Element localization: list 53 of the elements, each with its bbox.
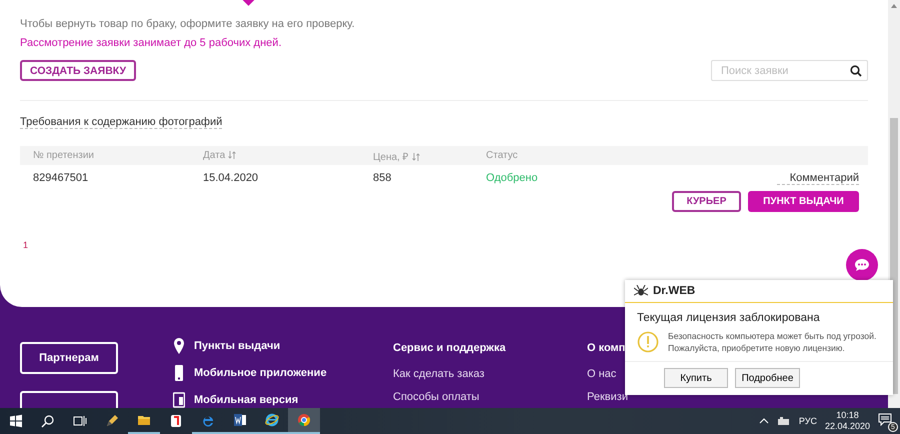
clock[interactable]: 10:18 22.04.2020 (824, 410, 870, 432)
details-button[interactable]: Подробнее (735, 368, 800, 388)
buy-button[interactable]: Купить (664, 368, 728, 388)
notification-message: Безопасность компьютера может быть под угрозой. Пожалуйста, приобретите новую лицензию. (668, 330, 878, 354)
pencil-icon[interactable] (105, 414, 119, 428)
scroll-up-icon[interactable] (890, 3, 898, 9)
browser-icon[interactable] (265, 413, 279, 427)
footer-link[interactable]: Способы оплаты (393, 391, 587, 403)
page-link[interactable]: 1 (20, 240, 28, 250)
search-icon[interactable] (41, 414, 55, 428)
warning-icon (637, 331, 659, 354)
footer-heading: О комп (587, 342, 625, 354)
status-text: Одобрено (486, 172, 538, 184)
map-pin-icon (173, 338, 185, 354)
browser-icon[interactable] (297, 413, 311, 427)
footer-link[interactable]: Пункты выдачи (194, 340, 280, 352)
courier-button[interactable]: КУРЬЕР (672, 191, 741, 212)
battery-icon[interactable] (776, 416, 791, 426)
language-indicator[interactable]: РУС (798, 416, 817, 426)
brand-name: Dr.WEB (653, 285, 696, 297)
footer-link[interactable]: Как сделать заказ (393, 368, 587, 380)
phone-icon (173, 365, 185, 381)
photo-requirements-link[interactable]: Требования к содержанию фотографий (20, 116, 222, 129)
partners-button[interactable]: Партнерам (20, 342, 118, 374)
search-field[interactable]: Поиск заявки (711, 60, 868, 81)
folder-icon[interactable] (137, 413, 151, 427)
pickup-point-button[interactable]: ПУНКТ ВЫДАЧИ (748, 191, 859, 212)
table-cell: 829467501 (33, 172, 88, 184)
sort-icon[interactable] (228, 151, 236, 159)
document-icon[interactable] (233, 413, 247, 427)
task-view-icon[interactable] (73, 414, 87, 428)
column-header: № претензии (33, 150, 94, 161)
comment-link[interactable]: Комментарий (776, 172, 859, 184)
create-request-button[interactable]: СОЗДАТЬ ЗАЯВКУ (20, 60, 136, 81)
footer-link[interactable]: Мобильное приложение (194, 367, 327, 379)
footer-link[interactable]: Мобильная версия (194, 394, 298, 406)
chat-icon (854, 258, 870, 272)
chevron-up-icon[interactable] (758, 418, 769, 424)
search-icon[interactable] (850, 65, 862, 77)
footer-heading: Сервис и поддержка (393, 342, 507, 354)
table-cell: 15.04.2020 (203, 172, 258, 184)
review-note: Рассмотрение заявки занимает до 5 рабочих дней. (20, 37, 282, 49)
notification-title: Текущая лицензия заблокирована (636, 311, 821, 324)
spider-icon (634, 285, 648, 297)
tablet-icon (173, 392, 185, 408)
footer-link[interactable]: О нас (587, 368, 625, 380)
footer-link[interactable]: Реквизи (587, 391, 625, 403)
browser-icon[interactable] (169, 414, 183, 428)
sort-icon[interactable] (412, 152, 420, 160)
table-cell: 858 (373, 172, 392, 184)
intro-text: Чтобы вернуть товар по браку, оформите заявку на его проверку. (20, 18, 355, 30)
column-header: Статус (486, 150, 518, 161)
start-icon[interactable] (9, 414, 23, 428)
